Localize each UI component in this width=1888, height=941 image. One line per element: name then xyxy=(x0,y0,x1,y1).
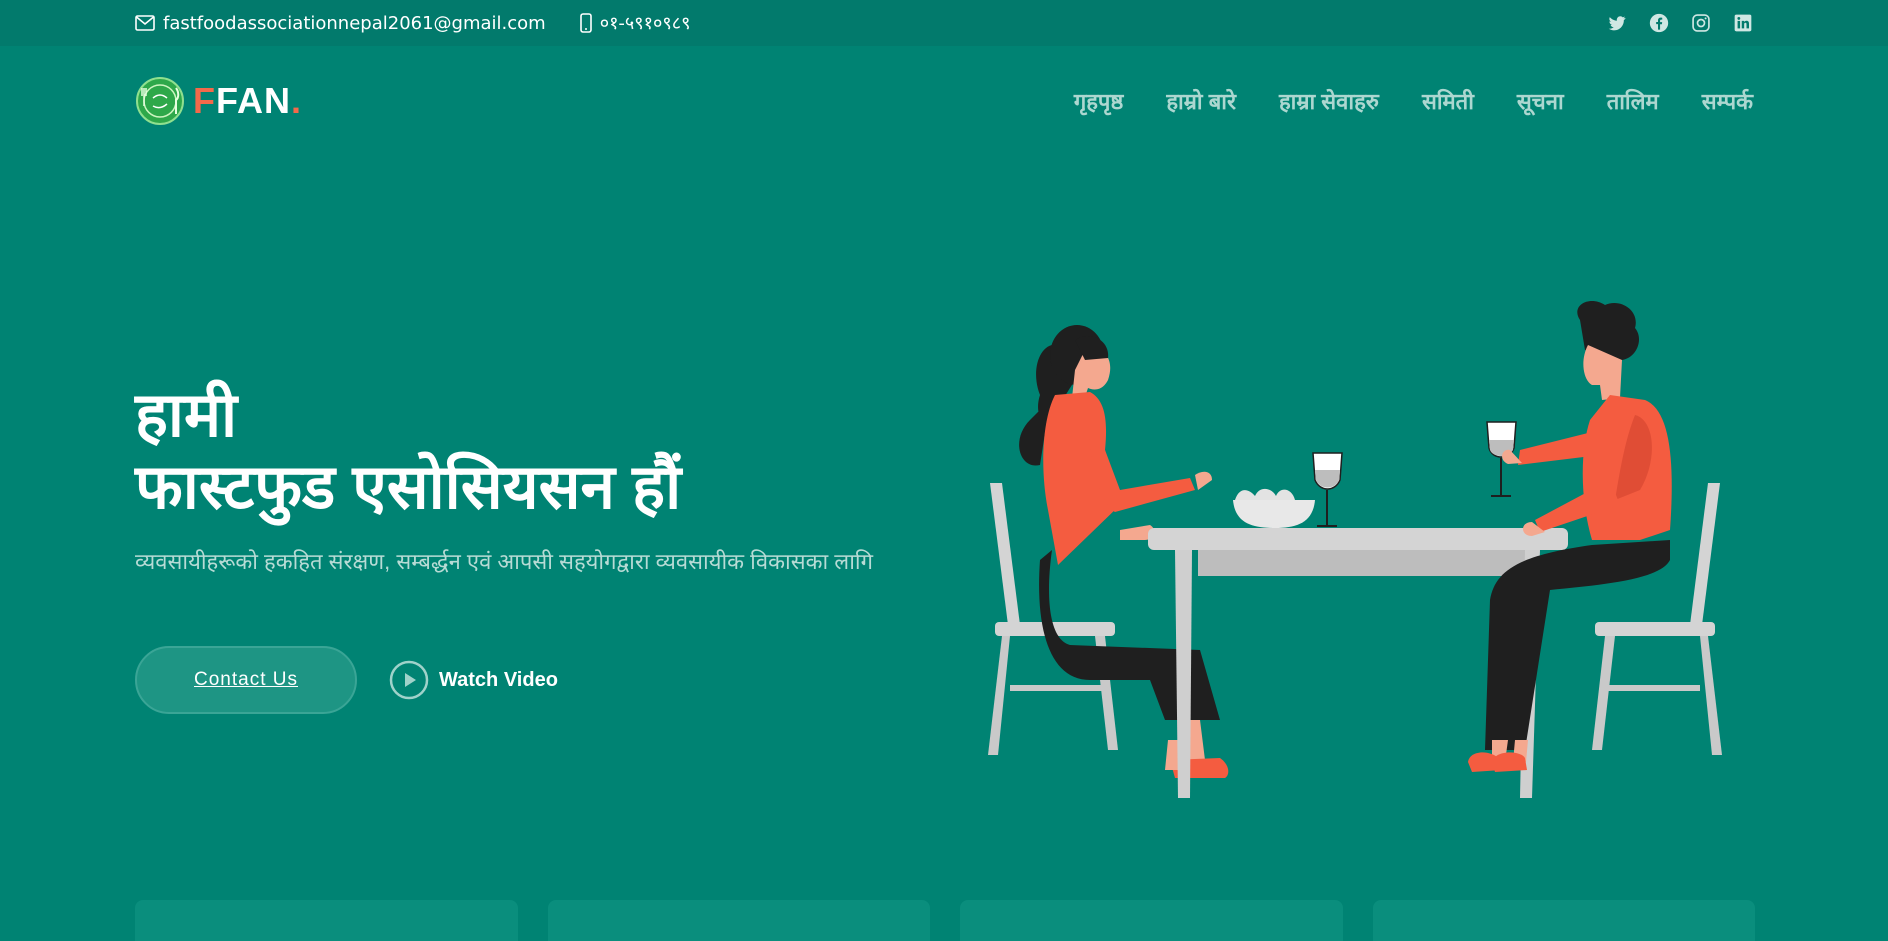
dining-couple-illustration xyxy=(988,300,1722,798)
watch-video-button[interactable]: Watch Video xyxy=(389,660,558,700)
site-header: FFAN. गृहपृष्ठ हाम्रो बारे हाम्रा सेवाहर… xyxy=(0,46,1888,156)
watch-video-label[interactable]: Watch Video xyxy=(439,669,558,692)
hero-title-line2: फास्टफुड एसोसियसन हौं xyxy=(135,453,682,522)
phone-text[interactable]: ०१-५९१०९८९ xyxy=(600,11,691,35)
phone-icon xyxy=(579,13,592,33)
brand-logo-link[interactable]: FFAN. xyxy=(135,76,302,126)
nav-item-services[interactable]: हाम्रा सेवाहरु xyxy=(1279,86,1379,116)
phone-item[interactable]: ०१-५९१०९८९ xyxy=(579,11,691,35)
feature-card xyxy=(547,900,930,941)
nav-item-notice[interactable]: सूचना xyxy=(1517,86,1564,116)
logo-emblem xyxy=(136,77,184,125)
play-icon[interactable] xyxy=(389,660,429,700)
linkedin-icon[interactable] xyxy=(1733,13,1753,33)
feature-card xyxy=(135,900,518,941)
brand-name-dot: . xyxy=(291,80,303,121)
contact-us-button[interactable]: Contact Us xyxy=(135,646,357,714)
hero-text: हामी फास्टफुड एसोसियसन हौं व्यवसायीहरूको… xyxy=(135,380,935,576)
facebook-icon[interactable] xyxy=(1649,13,1669,33)
email-item[interactable]: fastfoodassociationnepal2061@gmail.com xyxy=(135,13,546,34)
nav-item-committee[interactable]: समिती xyxy=(1422,86,1474,116)
woman-figure xyxy=(1019,325,1229,778)
brand-name-first: F xyxy=(193,80,216,121)
feature-card xyxy=(1372,900,1755,941)
brand-name-rest: FAN xyxy=(216,80,291,121)
hero-actions: Contact Us Watch Video xyxy=(135,646,558,714)
contact-info: fastfoodassociationnepal2061@gmail.com ०… xyxy=(135,11,690,35)
envelope-icon xyxy=(135,15,155,31)
nav-item-contact[interactable]: सम्पर्क xyxy=(1702,86,1753,116)
hero-subtitle: व्यवसायीहरूको हकहित संरक्षण, सम्बर्द्धन … xyxy=(135,549,873,574)
instagram-icon[interactable] xyxy=(1691,13,1711,33)
hero-title: हामी फास्टफुड एसोसियसन हौं xyxy=(135,380,935,524)
top-bar: fastfoodassociationnepal2061@gmail.com ०… xyxy=(0,0,1888,46)
brand-name: FFAN. xyxy=(193,80,302,122)
feature-card xyxy=(960,900,1343,941)
hero-title-line1: हामी xyxy=(135,381,238,450)
social-links xyxy=(1607,13,1753,33)
feature-cards xyxy=(135,900,1755,941)
email-text[interactable]: fastfoodassociationnepal2061@gmail.com xyxy=(163,13,546,34)
twitter-icon[interactable] xyxy=(1607,13,1627,33)
nav-item-home[interactable]: गृहपृष्ठ xyxy=(1074,86,1124,116)
nav-item-training[interactable]: तालिम xyxy=(1607,86,1659,116)
main-nav: गृहपृष्ठ हाम्रो बारे हाम्रा सेवाहरु समित… xyxy=(1074,86,1753,116)
nav-item-about[interactable]: हाम्रो बारे xyxy=(1166,86,1236,116)
